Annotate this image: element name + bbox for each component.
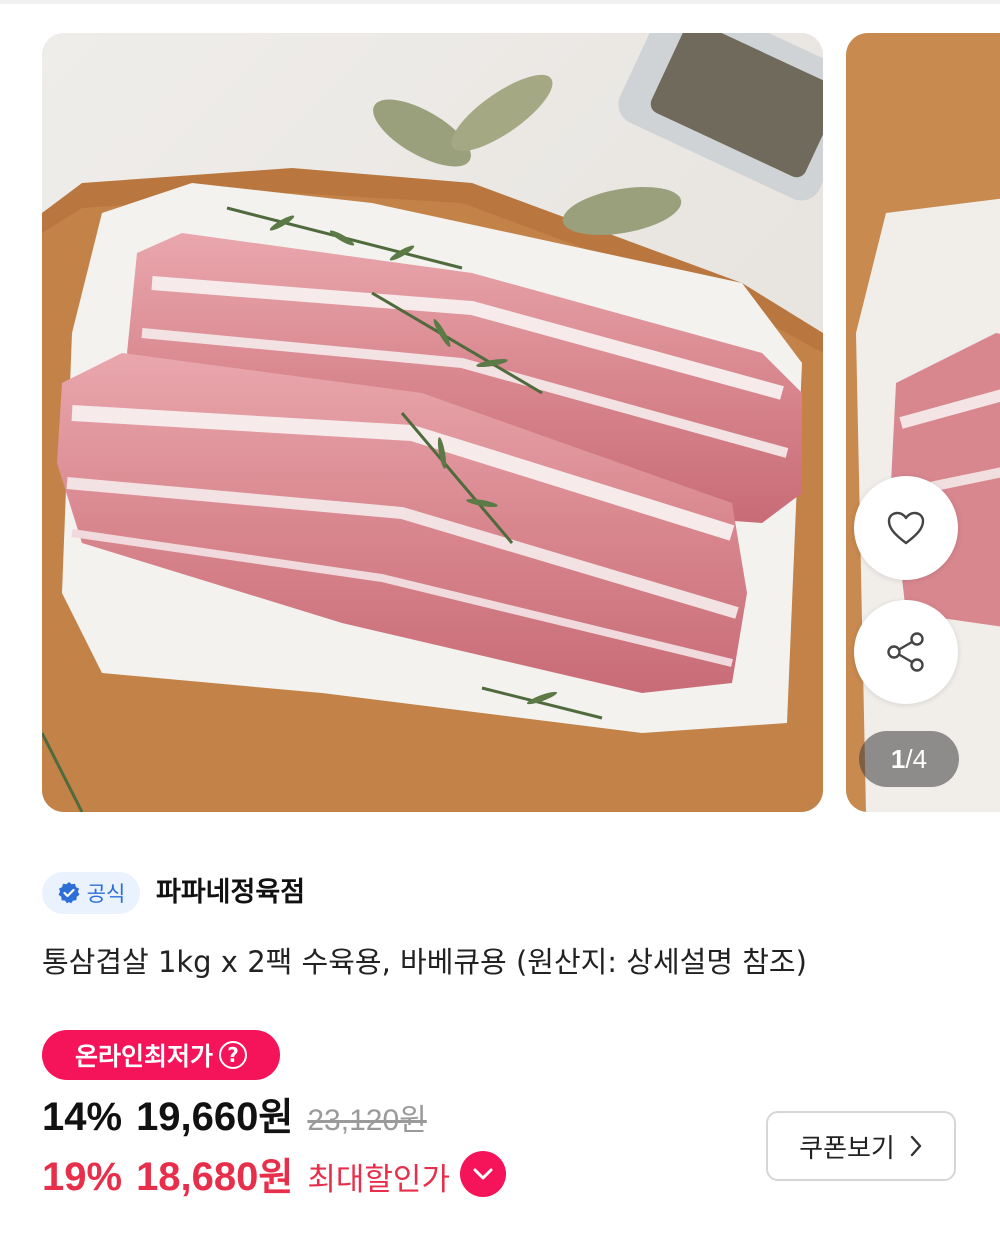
verified-check-icon	[58, 882, 80, 904]
view-coupon-label: 쿠폰보기	[799, 1133, 895, 1164]
sale-price-unit: 원	[258, 1095, 294, 1139]
max-discount-price: 18,680	[136, 1155, 259, 1199]
product-image-main[interactable]	[42, 33, 823, 812]
image-counter: 1/4	[859, 731, 959, 787]
lowest-price-badge[interactable]: 온라인최저가 ?	[42, 1030, 280, 1080]
image-counter-total: /4	[905, 743, 928, 774]
heart-icon	[887, 511, 925, 545]
official-badge: 공식	[42, 872, 140, 914]
help-icon[interactable]: ?	[219, 1041, 247, 1069]
discount-percent: 14%	[42, 1095, 123, 1139]
max-discount-row[interactable]: 19% 18,680 원 최대할인가	[42, 1146, 506, 1201]
max-discount-price-unit: 원	[258, 1155, 294, 1199]
view-coupon-button[interactable]: 쿠폰보기	[766, 1111, 956, 1181]
image-counter-current: 1	[890, 743, 906, 774]
share-button[interactable]	[854, 600, 958, 704]
sale-price-row: 14% 19,660 원 23,120원	[42, 1086, 427, 1141]
max-discount-percent: 19%	[42, 1155, 123, 1199]
top-divider	[0, 0, 1000, 4]
wishlist-button[interactable]	[854, 476, 958, 580]
official-badge-label: 공식	[86, 882, 126, 906]
sale-price: 19,660	[136, 1095, 259, 1139]
share-icon	[887, 632, 924, 672]
chevron-right-icon	[910, 1135, 922, 1157]
product-title: 통삼겹살 1kg x 2팩 수육용, 바베큐용 (원산지: 상세설명 참조)	[42, 945, 807, 979]
original-price: 23,120원	[307, 1104, 427, 1137]
max-discount-label: 최대할인가	[307, 1162, 450, 1198]
seller-name-link[interactable]: 파파네정육점	[156, 873, 305, 913]
lowest-price-label: 온라인최저가	[74, 1042, 213, 1071]
expand-chevron-icon[interactable]	[459, 1150, 506, 1197]
